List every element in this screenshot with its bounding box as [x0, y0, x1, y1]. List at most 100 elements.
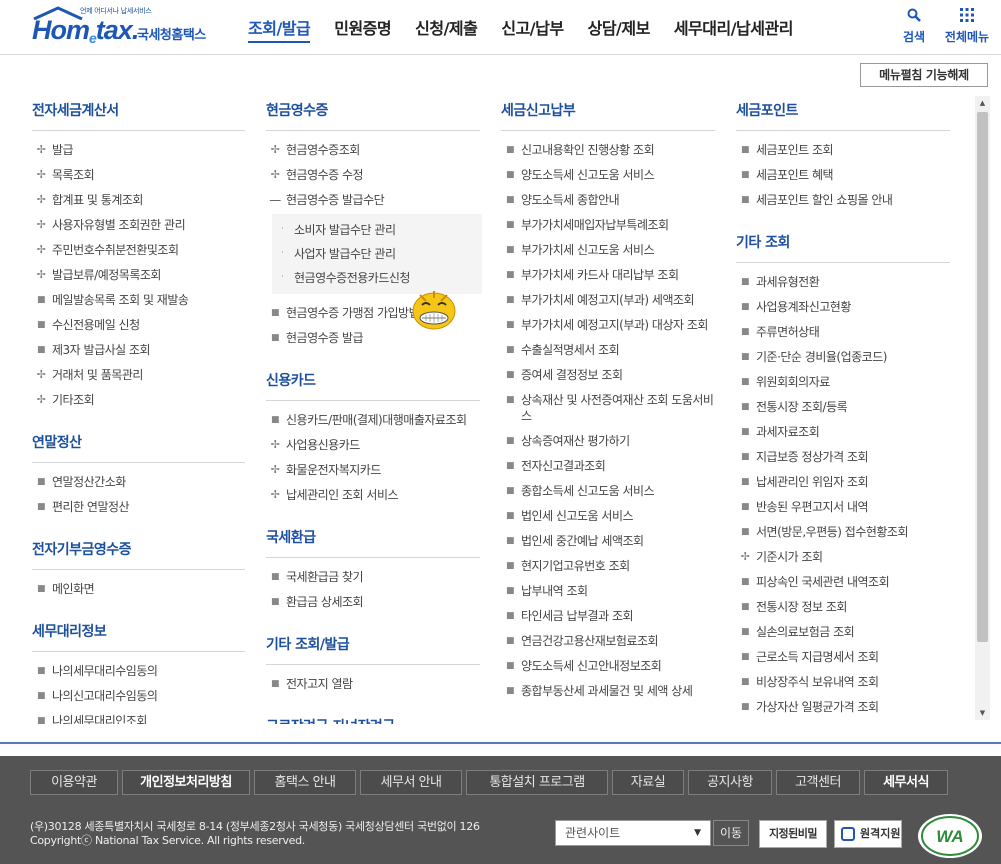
footer-link-library[interactable]: 자료실 [612, 770, 684, 795]
menu-item[interactable]: ✢ 목록조회 [32, 162, 245, 187]
menu-scrollbar[interactable]: ▲ ▼ [975, 96, 990, 720]
menu-item[interactable]: ■ 실손의료보험금 조회 [736, 619, 950, 644]
scroll-thumb[interactable] [977, 112, 988, 642]
section-title[interactable]: 기타 조회/발급 [266, 634, 480, 665]
menu-release-button[interactable]: 메뉴펼침 기능해제 [860, 63, 988, 87]
section-title[interactable]: 신용카드 [266, 370, 480, 401]
move-button[interactable]: 이동 [713, 820, 749, 846]
menu-item[interactable]: ✢ 발급보류/예정목록조회 [32, 262, 245, 287]
gnb-consult-report[interactable]: 상담/제보 [576, 0, 662, 55]
gnb-civil-certificate[interactable]: 민원증명 [322, 0, 403, 55]
menu-item[interactable]: ■ 법인세 신고도움 서비스 [501, 503, 715, 528]
all-menu-button[interactable]: 전체메뉴 [940, 8, 994, 45]
menu-item[interactable]: ■ 양도소득세 신고도움 서비스 [501, 162, 715, 187]
menu-item[interactable]: ■ 메인화면 [32, 576, 245, 601]
menu-item[interactable]: ■ 위원회회의자료 [736, 369, 950, 394]
menu-item[interactable]: ■ 근로소득 지급명세서 조회 [736, 644, 950, 669]
menu-item[interactable]: ■ 연금건강고용산재보험료조회 [501, 628, 715, 653]
menu-item[interactable]: ■ 부가가치세매입자납부특례조회 [501, 212, 715, 237]
menu-item[interactable]: ■ 전자고지 열람 [266, 671, 480, 696]
menu-item[interactable]: ■ 피상속인 국세관련 내역조회 [736, 569, 950, 594]
menu-item[interactable]: ■ 메일발송목록 조회 및 재발송 [32, 287, 245, 312]
menu-item[interactable]: ■ 상속재산 및 사전증여재산 조회 도움서비스 [501, 387, 715, 428]
related-sites-select[interactable]: 관련사이트 ▼ [555, 820, 711, 846]
menu-item[interactable]: ■ 반송된 우편고지서 내역 [736, 494, 950, 519]
search-button[interactable]: 검색 [898, 8, 930, 45]
menu-item[interactable]: ■ 납부내역 조회 [501, 578, 715, 603]
menu-item[interactable]: ✢ 화물운전자복지카드 [266, 457, 480, 482]
submenu-item[interactable]: · 사업자 발급수단 관리 [272, 242, 482, 266]
menu-item[interactable]: ■ 법인세 중간예납 세액조회 [501, 528, 715, 553]
menu-item[interactable]: ■ 종합부동산세 과세물건 및 세액 상세 [501, 678, 715, 703]
menu-item[interactable]: ■ 전통시장 조회/등록 [736, 394, 950, 419]
menu-item[interactable]: ✢ 기준시가 조회 [736, 544, 950, 569]
gnb-report-pay[interactable]: 신고/납부 [489, 0, 575, 55]
menu-item[interactable]: ■ 과세유형전환 [736, 269, 950, 294]
section-title[interactable]: 기타 조회 [736, 232, 950, 263]
menu-item[interactable]: ■ 신용카드/판매(결제)대행매출자료조회 [266, 407, 480, 432]
menu-item[interactable]: ■ 가상자산 일평균가격 조회 [736, 694, 950, 719]
gnb-apply-submit[interactable]: 신청/제출 [403, 0, 489, 55]
gnb-inquiry-issue[interactable]: 조회/발급 [236, 0, 322, 55]
submenu-item[interactable]: · 소비자 발급수단 관리 [272, 218, 482, 242]
scroll-up-arrow-icon[interactable]: ▲ [975, 96, 990, 110]
privacy-policy-badge[interactable]: 지정된비밀 [759, 820, 827, 848]
menu-item[interactable]: ✢ 합계표 및 통계조회 [32, 187, 245, 212]
footer-link-notice[interactable]: 공지사항 [688, 770, 772, 795]
section-title[interactable]: 현금영수증 [266, 100, 480, 131]
menu-item[interactable]: ■ 세금포인트 할인 쇼핑몰 안내 [736, 187, 950, 212]
menu-item[interactable]: ✢ 주민번호수취분전환및조회 [32, 237, 245, 262]
menu-item[interactable]: ■ 환급금 상세조회 [266, 589, 480, 614]
remote-support-button[interactable]: 원격지원 [834, 820, 902, 848]
menu-item[interactable]: ■ 나의신고대리수임동의 [32, 683, 245, 708]
menu-item[interactable]: ■ 전통시장 정보 조회 [736, 594, 950, 619]
menu-item[interactable]: ■ 나의세무대리인조회 [32, 708, 245, 724]
menu-item[interactable]: ■ 지급보증 정상가격 조회 [736, 444, 950, 469]
menu-item[interactable]: ■ 서면(방문,우편등) 접수현황조회 [736, 519, 950, 544]
menu-item[interactable]: ■ 국세환급금 찾기 [266, 564, 480, 589]
section-title[interactable]: 근로장려금.자녀장려금 [266, 716, 480, 724]
menu-item[interactable]: ✢ 납세관리인 조회 서비스 [266, 482, 480, 507]
section-title[interactable]: 세금포인트 [736, 100, 950, 131]
menu-item[interactable]: ■ 연말정산간소화 [32, 469, 245, 494]
menu-item[interactable]: ■ 납세관리인 위임자 조회 [736, 469, 950, 494]
section-title[interactable]: 세금신고납부 [501, 100, 715, 131]
menu-item[interactable]: ■ 기준·단순 경비율(업종코드) [736, 344, 950, 369]
menu-item[interactable]: ■ 수신전용메일 신청 [32, 312, 245, 337]
menu-item[interactable]: ■ 나의세무대리수임동의 [32, 658, 245, 683]
footer-link-tax-office[interactable]: 세무서 안내 [360, 770, 462, 795]
menu-item[interactable]: ■ 편리한 연말정산 [32, 494, 245, 519]
menu-item[interactable]: ■ 부가가치세 예정고지(부과) 세액조회 [501, 287, 715, 312]
menu-item[interactable]: ■ 양도소득세 종합안내 [501, 187, 715, 212]
menu-item-expanded[interactable]: — 현금영수증 발급수단 [266, 187, 480, 212]
menu-item[interactable]: ■ 세금포인트 혜택 [736, 162, 950, 187]
menu-item[interactable]: ■ 현지기업고유번호 조회 [501, 553, 715, 578]
menu-item[interactable]: ✢ 사용자유형별 조회권한 관리 [32, 212, 245, 237]
footer-link-privacy[interactable]: 개인정보처리방침 [122, 770, 250, 795]
menu-item[interactable]: ■ 양도소득세 신고안내정보조회 [501, 653, 715, 678]
menu-item[interactable]: ✢ 거래처 및 품목관리 [32, 362, 245, 387]
menu-item[interactable]: ■ 사업용계좌신고현황 [736, 294, 950, 319]
menu-item[interactable]: ■ 부가가치세 카드사 대리납부 조회 [501, 262, 715, 287]
footer-link-customer-center[interactable]: 고객센터 [776, 770, 860, 795]
gnb-tax-agent[interactable]: 세무대리/납세관리 [662, 0, 805, 55]
section-title[interactable]: 전자기부금영수증 [32, 539, 245, 570]
menu-item[interactable]: ■ 증여세 결정정보 조회 [501, 362, 715, 387]
menu-item[interactable]: ✢ 사업용신용카드 [266, 432, 480, 457]
menu-item[interactable]: ■ 상속증여재산 평가하기 [501, 428, 715, 453]
menu-item[interactable]: ■ 타인세금 납부결과 조회 [501, 603, 715, 628]
menu-item[interactable]: ✢ 발급 [32, 137, 245, 162]
section-title[interactable]: 국세환급 [266, 527, 480, 558]
footer-link-tax-forms[interactable]: 세무서식 [864, 770, 948, 795]
menu-item[interactable]: ■ 과세자료조회 [736, 419, 950, 444]
footer-link-hometax-guide[interactable]: 홈택스 안내 [254, 770, 356, 795]
scroll-down-arrow-icon[interactable]: ▼ [975, 706, 990, 720]
section-title[interactable]: 연말정산 [32, 432, 245, 463]
menu-item[interactable]: ■ 제3자 발급사실 조회 [32, 337, 245, 362]
menu-item[interactable]: ✢ 현금영수증 수정 [266, 162, 480, 187]
menu-item[interactable]: ■ 주류면허상태 [736, 319, 950, 344]
menu-item[interactable]: ■ 부가가치세 신고도움 서비스 [501, 237, 715, 262]
footer-link-terms[interactable]: 이용약관 [30, 770, 118, 795]
menu-item[interactable]: ■ 수출실적명세서 조회 [501, 337, 715, 362]
footer-link-install-program[interactable]: 통합설치 프로그램 [466, 770, 608, 795]
